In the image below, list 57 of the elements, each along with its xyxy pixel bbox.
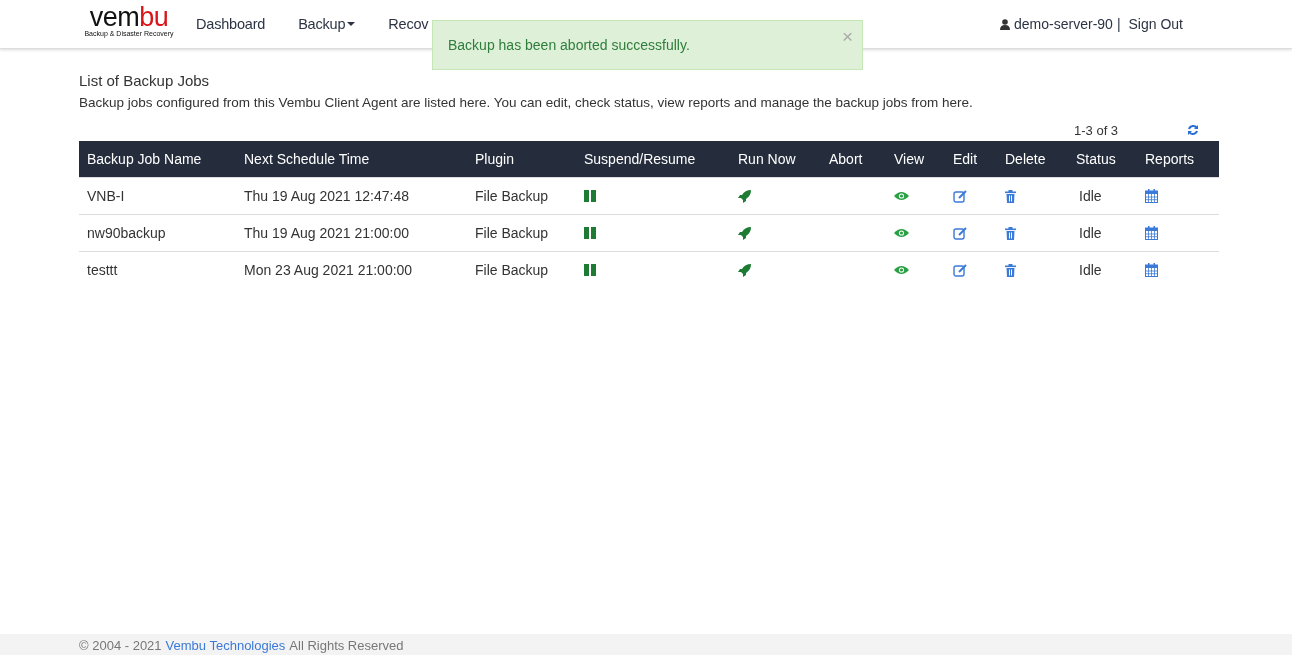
column-header: Run Now xyxy=(730,141,821,178)
rocket-icon[interactable] xyxy=(738,226,751,240)
alert-message: Backup has been aborted successfully. xyxy=(448,37,690,53)
pause-icon[interactable] xyxy=(584,190,596,202)
pause-icon[interactable] xyxy=(584,264,596,276)
rights-text: All Rights Reserved xyxy=(289,639,404,655)
company-link[interactable]: Vembu Technologies xyxy=(165,639,286,655)
calendar-icon[interactable] xyxy=(1145,226,1158,240)
separator: | xyxy=(1116,16,1121,32)
column-header: Plugin xyxy=(467,141,576,178)
sign-out-link[interactable]: Sign Out xyxy=(1128,16,1183,32)
status-cell: Idle xyxy=(1068,177,1137,215)
column-header: Backup Job Name xyxy=(79,141,236,178)
column-header: Suspend/Resume xyxy=(576,141,730,178)
edit-icon[interactable] xyxy=(953,226,967,240)
eye-icon[interactable] xyxy=(894,265,909,275)
table-cell: File Backup xyxy=(467,251,576,288)
column-header: View xyxy=(886,141,945,178)
copyright-text: © 2004 - 2021 xyxy=(79,639,162,655)
table-cell: testtt xyxy=(79,251,236,288)
nav-link[interactable]: Dashboard xyxy=(196,16,266,32)
user-icon xyxy=(1000,18,1011,30)
rocket-icon[interactable] xyxy=(738,263,751,277)
page-description: Backup jobs configured from this Vembu Client Agent are listed here. You can edit, check status, view reports and manage the backup jobs from here. xyxy=(79,95,974,110)
table-cell: VNB-I xyxy=(79,177,236,215)
eye-icon[interactable] xyxy=(894,228,909,238)
trash-icon[interactable] xyxy=(1005,189,1016,203)
table-cell: File Backup xyxy=(467,214,576,252)
calendar-icon[interactable] xyxy=(1145,189,1158,203)
edit-icon[interactable] xyxy=(953,189,967,203)
calendar-icon[interactable] xyxy=(1145,263,1158,277)
status-cell: Idle xyxy=(1068,214,1137,252)
status-cell: Idle xyxy=(1068,251,1137,288)
page-title: List of Backup Jobs xyxy=(79,72,211,90)
pagination-count: 1-3 of 3 xyxy=(1074,122,1119,138)
eye-icon[interactable] xyxy=(894,191,909,201)
column-header: Abort xyxy=(821,141,886,178)
nav-link[interactable]: Backup xyxy=(298,16,356,32)
column-header: Reports xyxy=(1137,141,1219,178)
table-cell: Mon 23 Aug 2021 21:00:00 xyxy=(236,251,467,288)
edit-icon[interactable] xyxy=(953,263,967,277)
table-cell: File Backup xyxy=(467,177,576,215)
trash-icon[interactable] xyxy=(1005,226,1016,240)
refresh-icon[interactable] xyxy=(1187,124,1199,136)
nav-link[interactable]: Recov xyxy=(388,16,429,32)
column-header: Delete xyxy=(997,141,1068,178)
table-cell: Thu 19 Aug 2021 21:00:00 xyxy=(236,214,467,252)
column-header: Status xyxy=(1068,141,1137,178)
rocket-icon[interactable] xyxy=(738,189,751,203)
trash-icon[interactable] xyxy=(1005,263,1016,277)
table-cell: Thu 19 Aug 2021 12:47:48 xyxy=(236,177,467,215)
username: demo-server-90 xyxy=(1014,16,1113,32)
column-header: Next Schedule Time xyxy=(236,141,467,178)
table-cell: nw90backup xyxy=(79,214,236,252)
pause-icon[interactable] xyxy=(584,227,596,239)
column-header: Edit xyxy=(945,141,997,178)
logo-wordmark[interactable]: vembu xyxy=(89,3,169,30)
